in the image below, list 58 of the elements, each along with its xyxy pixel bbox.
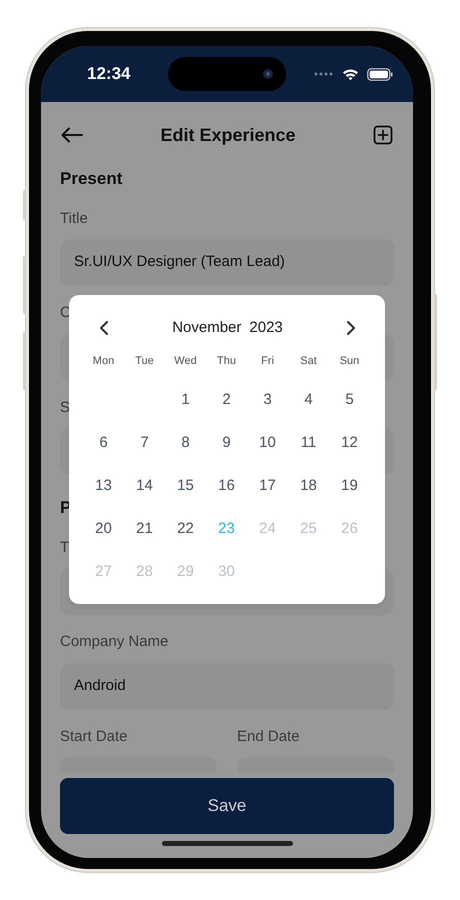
calendar-day[interactable]: 9 xyxy=(222,434,231,451)
input-field[interactable]: Android xyxy=(60,662,394,710)
calendar-day[interactable]: 4 xyxy=(304,391,313,408)
calendar-day: 30 xyxy=(218,563,235,580)
field-label: Start Date xyxy=(60,726,128,746)
weekday-label: Fri xyxy=(261,355,274,367)
add-button[interactable] xyxy=(373,125,393,145)
weekday-label: Sat xyxy=(300,355,317,367)
calendar-day[interactable]: 2 xyxy=(222,391,231,408)
previous-month-button[interactable] xyxy=(99,320,109,336)
calendar-day[interactable]: 20 xyxy=(95,520,112,537)
calendar-day[interactable]: 22 xyxy=(177,520,194,537)
field-label: S xyxy=(60,398,70,418)
calendar-day: 29 xyxy=(177,563,194,580)
wifi-icon xyxy=(342,68,359,80)
weekday-label: Tue xyxy=(135,355,154,367)
calendar-day[interactable]: 14 xyxy=(136,477,153,494)
calendar-day[interactable]: 6 xyxy=(99,434,108,451)
field-label: T xyxy=(60,538,70,558)
field-label: Title xyxy=(60,208,88,228)
field-label: End Date xyxy=(237,726,300,746)
calendar-day[interactable]: 12 xyxy=(341,434,358,451)
weekday-label: Thu xyxy=(217,355,236,367)
calendar-day[interactable]: 3 xyxy=(263,391,272,408)
battery-icon xyxy=(367,68,393,80)
status-time: 12:34 xyxy=(87,63,130,86)
page-title: Edit Experience xyxy=(160,124,296,147)
calendar-day: 24 xyxy=(259,520,276,537)
signal-icon xyxy=(314,72,334,76)
calendar-day[interactable]: 10 xyxy=(259,434,276,451)
weekday-label: Mon xyxy=(92,355,114,367)
calendar-day[interactable]: 1 xyxy=(181,391,190,408)
calendar-day[interactable]: 17 xyxy=(259,477,276,494)
weekday-label: Sun xyxy=(340,355,360,367)
calendar-day: 28 xyxy=(136,563,153,580)
next-month-button[interactable] xyxy=(346,320,356,336)
calendar-day[interactable]: 5 xyxy=(345,391,354,408)
calendar-day[interactable]: 8 xyxy=(181,434,190,451)
calendar-day[interactable]: 18 xyxy=(300,477,317,494)
save-button[interactable]: Save xyxy=(60,778,394,834)
calendar-day[interactable]: 16 xyxy=(218,477,235,494)
calendar-day[interactable]: 19 xyxy=(341,477,358,494)
weekday-label: Wed xyxy=(174,355,197,367)
section-heading: Present xyxy=(60,168,124,190)
month-label: November xyxy=(172,318,242,338)
calendar-day[interactable]: 15 xyxy=(177,477,194,494)
input-field[interactable]: Sr.UI/UX Designer (Team Lead) xyxy=(60,239,394,286)
calendar-day[interactable]: 21 xyxy=(136,520,153,537)
back-button[interactable] xyxy=(61,127,83,143)
year-label: 2023 xyxy=(249,318,283,338)
camera-lens-icon xyxy=(263,69,273,79)
calendar-day: 27 xyxy=(95,563,112,580)
calendar-day[interactable]: 13 xyxy=(95,477,112,494)
calendar-day: 26 xyxy=(341,520,358,537)
field-label: Company Name xyxy=(60,632,168,652)
calendar-day: 25 xyxy=(300,520,317,537)
calendar-day[interactable]: 7 xyxy=(140,434,149,451)
calendar-day[interactable]: 11 xyxy=(300,434,316,451)
